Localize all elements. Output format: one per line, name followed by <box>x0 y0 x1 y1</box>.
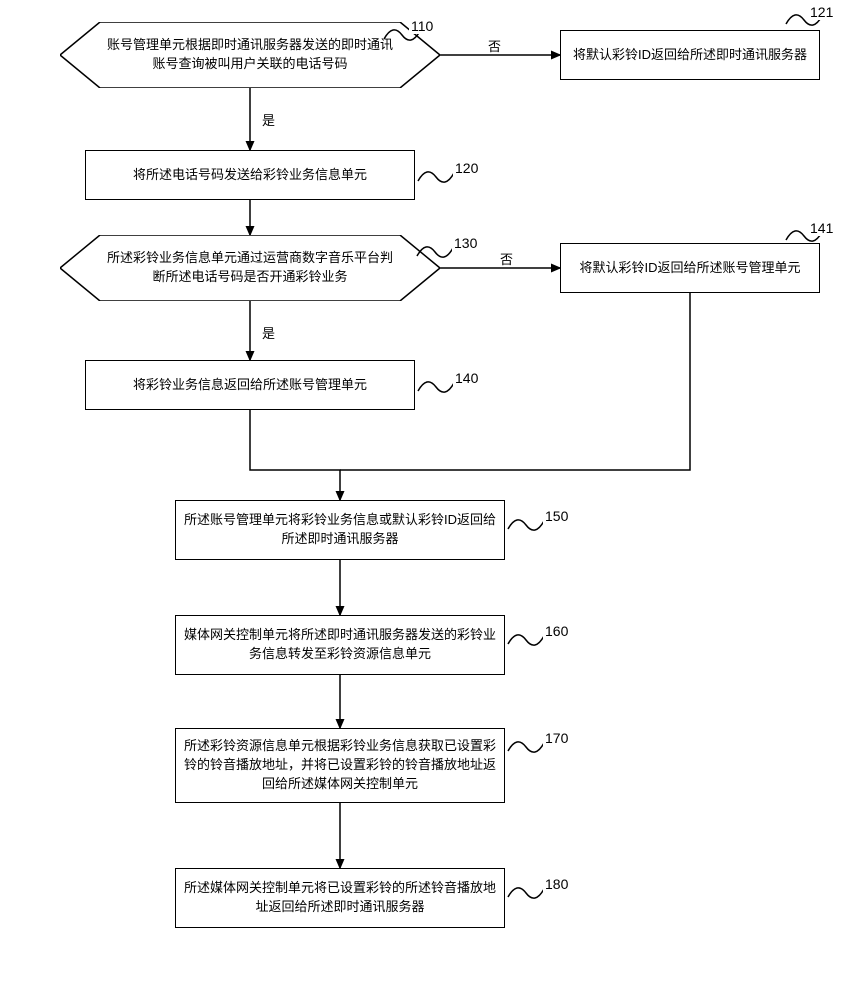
process-180: 所述媒体网关控制单元将已设置彩铃的所述铃音播放地址返回给所述即时通讯服务器 <box>175 868 505 928</box>
step-label-180: 180 <box>543 876 570 892</box>
process-141: 将默认彩铃ID返回给所述账号管理单元 <box>560 243 820 293</box>
step-label-170: 170 <box>543 730 570 746</box>
step-label-110: 110 <box>409 18 435 34</box>
decision-130-text: 所述彩铃业务信息单元通过运营商数字音乐平台判断所述电话号码是否开通彩铃业务 <box>60 235 440 301</box>
process-170-text: 所述彩铃资源信息单元根据彩铃业务信息获取已设置彩铃的铃音播放地址，并将已设置彩铃… <box>184 737 496 794</box>
process-160-text: 媒体网关控制单元将所述即时通讯服务器发送的彩铃业务信息转发至彩铃资源信息单元 <box>184 626 496 664</box>
tilde-150 <box>507 515 545 535</box>
step-label-121: 121 <box>808 4 835 20</box>
edge-110-no: 否 <box>488 36 501 55</box>
process-150-text: 所述账号管理单元将彩铃业务信息或默认彩铃ID返回给所述即时通讯服务器 <box>184 511 496 549</box>
process-160: 媒体网关控制单元将所述即时通讯服务器发送的彩铃业务信息转发至彩铃资源信息单元 <box>175 615 505 675</box>
edge-130-no: 否 <box>500 249 513 268</box>
process-121-text: 将默认彩铃ID返回给所述即时通讯服务器 <box>573 46 807 65</box>
step-label-141: 141 <box>808 220 835 236</box>
process-140: 将彩铃业务信息返回给所述账号管理单元 <box>85 360 415 410</box>
step-label-150: 150 <box>543 508 570 524</box>
tilde-130 <box>416 242 454 262</box>
tilde-170 <box>507 737 545 757</box>
process-141-text: 将默认彩铃ID返回给所述账号管理单元 <box>579 259 800 278</box>
step-label-160: 160 <box>543 623 570 639</box>
tilde-160 <box>507 630 545 650</box>
decision-130: 所述彩铃业务信息单元通过运营商数字音乐平台判断所述电话号码是否开通彩铃业务 <box>60 235 440 301</box>
tilde-140 <box>417 377 455 397</box>
step-label-120: 120 <box>453 160 480 176</box>
process-150: 所述账号管理单元将彩铃业务信息或默认彩铃ID返回给所述即时通讯服务器 <box>175 500 505 560</box>
process-180-text: 所述媒体网关控制单元将已设置彩铃的所述铃音播放地址返回给所述即时通讯服务器 <box>184 879 496 917</box>
edge-130-yes: 是 <box>262 323 275 342</box>
process-120-text: 将所述电话号码发送给彩铃业务信息单元 <box>133 166 367 185</box>
process-121: 将默认彩铃ID返回给所述即时通讯服务器 <box>560 30 820 80</box>
process-170: 所述彩铃资源信息单元根据彩铃业务信息获取已设置彩铃的铃音播放地址，并将已设置彩铃… <box>175 728 505 803</box>
process-140-text: 将彩铃业务信息返回给所述账号管理单元 <box>133 376 367 395</box>
step-label-130: 130 <box>452 235 479 251</box>
step-label-140: 140 <box>453 370 480 386</box>
tilde-120 <box>417 167 455 187</box>
flowchart-canvas: 账号管理单元根据即时通讯服务器发送的即时通讯账号查询被叫用户关联的电话号码 11… <box>0 0 860 1000</box>
tilde-180 <box>507 883 545 903</box>
edge-110-yes: 是 <box>262 110 275 129</box>
process-120: 将所述电话号码发送给彩铃业务信息单元 <box>85 150 415 200</box>
